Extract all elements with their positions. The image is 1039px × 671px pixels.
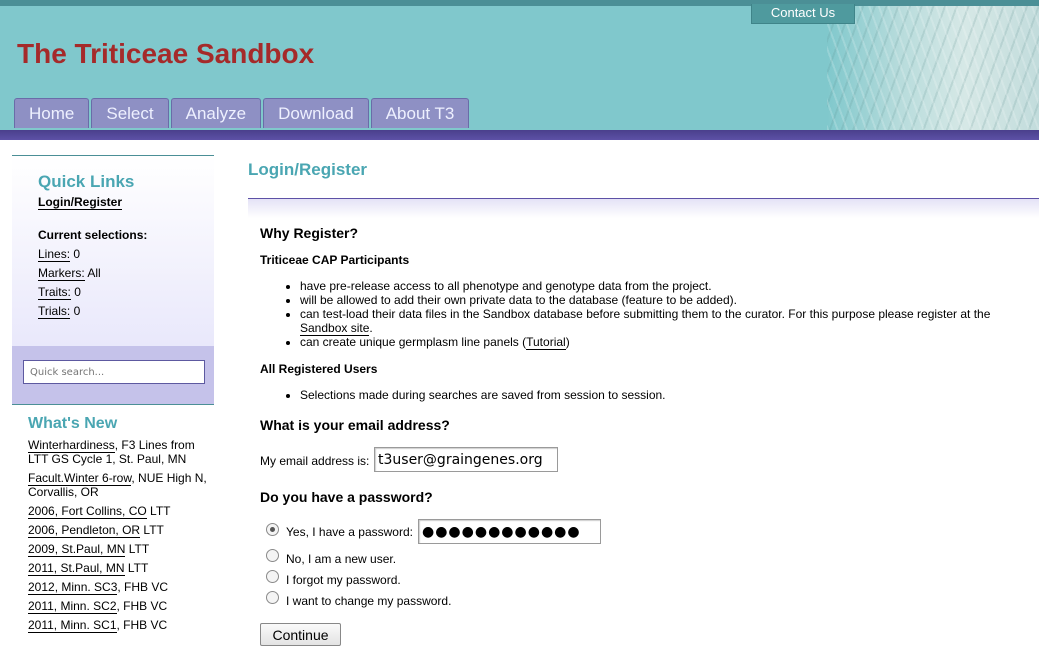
radio-have-password[interactable] bbox=[266, 523, 279, 536]
tab-about[interactable]: About T3 bbox=[370, 98, 470, 128]
site-title: The Triticeae Sandbox bbox=[17, 38, 315, 69]
lines-count: 0 bbox=[70, 247, 81, 261]
cap-benefits-list: have pre-release access to all phenotype… bbox=[260, 279, 1030, 350]
tab-select[interactable]: Select bbox=[91, 98, 169, 128]
news-text: LTT bbox=[146, 504, 171, 518]
news-link[interactable]: Facult.Winter 6-row bbox=[28, 471, 132, 486]
quick-search-input[interactable] bbox=[23, 360, 205, 384]
why-register-heading: Why Register? bbox=[260, 225, 359, 241]
news-link[interactable]: 2011, St.Paul, MN bbox=[28, 561, 125, 576]
list-item: Selections made during searches are save… bbox=[300, 388, 1030, 402]
email-label: My email address is: bbox=[260, 454, 370, 468]
radio-new-user-label: No, I am a new user. bbox=[286, 552, 397, 566]
news-item: Winterhardiness, F3 Lines from LTT GS Cy… bbox=[28, 438, 214, 466]
lines-link[interactable]: Lines: bbox=[38, 247, 71, 262]
news-text: , FHB VC bbox=[116, 599, 168, 613]
main-nav: Home Select Analyze Download About T3 bbox=[14, 98, 471, 128]
news-item: 2011, St.Paul, MN LTT bbox=[28, 561, 214, 576]
password-question: Do you have a password? bbox=[260, 489, 433, 505]
quick-links-panel: Quick Links Login/Register Current selec… bbox=[12, 155, 214, 346]
all-users-list: Selections made during searches are save… bbox=[260, 388, 1030, 402]
news-item: 2009, St.Paul, MN LTT bbox=[28, 542, 214, 557]
list-item: will be allowed to add their own private… bbox=[300, 293, 1030, 307]
list-item-text: can create unique germplasm line panels … bbox=[300, 335, 527, 349]
news-item: 2011, Minn. SC2, FHB VC bbox=[28, 599, 214, 614]
news-item: Facult.Winter 6-row, NUE High N, Corvall… bbox=[28, 471, 214, 499]
news-link[interactable]: 2006, Pendleton, OR bbox=[28, 523, 141, 538]
news-item: 2012, Minn. SC3, FHB VC bbox=[28, 580, 214, 595]
news-item: 2006, Pendleton, OR LTT bbox=[28, 523, 214, 538]
markers-link[interactable]: Markers: bbox=[38, 266, 85, 281]
news-text: LTT bbox=[125, 542, 150, 556]
trials-count: 0 bbox=[70, 304, 81, 318]
login-register-link[interactable]: Login/Register bbox=[38, 196, 123, 210]
list-item-text: can test-load their data files in the Sa… bbox=[300, 307, 991, 321]
radio-forgot-password-label: I forgot my password. bbox=[286, 573, 401, 587]
selection-markers: Markers: All bbox=[38, 266, 214, 281]
wheat-banner-image bbox=[827, 6, 1039, 130]
cap-participants-heading: Triticeae CAP Participants bbox=[260, 253, 410, 267]
all-users-heading: All Registered Users bbox=[260, 362, 378, 376]
tab-analyze[interactable]: Analyze bbox=[170, 98, 262, 128]
markers-count: All bbox=[84, 266, 101, 280]
whats-new-heading: What's New bbox=[28, 415, 118, 432]
list-item: can test-load their data files in the Sa… bbox=[300, 307, 1030, 336]
quick-links-heading: Quick Links bbox=[38, 172, 135, 191]
header-band bbox=[0, 130, 1039, 140]
news-text: LTT bbox=[124, 561, 149, 575]
news-text: , FHB VC bbox=[116, 618, 168, 632]
radio-change-password[interactable] bbox=[266, 591, 279, 604]
quick-search-panel bbox=[12, 346, 214, 404]
tab-download[interactable]: Download bbox=[263, 98, 369, 128]
news-item: 2011, Minn. SC1, FHB VC bbox=[28, 618, 214, 633]
radio-new-user[interactable] bbox=[266, 549, 279, 562]
email-question: What is your email address? bbox=[260, 417, 450, 433]
tutorial-link[interactable]: Tutorial bbox=[526, 335, 566, 350]
news-item: 2006, Fort Collins, CO LTT bbox=[28, 504, 214, 519]
tab-home[interactable]: Home bbox=[14, 98, 90, 128]
news-link[interactable]: Winterhardiness bbox=[28, 438, 115, 453]
whats-new-panel: What's New Winterhardiness, F3 Lines fro… bbox=[12, 404, 214, 633]
current-selections-heading: Current selections: bbox=[38, 228, 148, 242]
news-link[interactable]: 2011, Minn. SC2 bbox=[28, 599, 117, 614]
list-item: can create unique germplasm line panels … bbox=[300, 335, 1030, 350]
continue-button[interactable]: Continue bbox=[260, 623, 341, 646]
selection-trials: Trials: 0 bbox=[38, 304, 214, 319]
selection-lines: Lines: 0 bbox=[38, 247, 214, 262]
news-text: , FHB VC bbox=[117, 580, 169, 594]
traits-link[interactable]: Traits: bbox=[38, 285, 71, 300]
contact-us-button[interactable]: Contact Us bbox=[751, 4, 855, 24]
sandbox-site-link[interactable]: Sandbox site bbox=[300, 321, 370, 336]
news-link[interactable]: 2009, St.Paul, MN bbox=[28, 542, 126, 557]
selection-traits: Traits: 0 bbox=[38, 285, 214, 300]
page-title: Login/Register bbox=[248, 160, 368, 179]
radio-change-password-label: I want to change my password. bbox=[286, 594, 452, 608]
radio-forgot-password[interactable] bbox=[266, 570, 279, 583]
news-text: LTT bbox=[140, 523, 164, 537]
list-item-text: ) bbox=[565, 335, 570, 349]
title-divider bbox=[248, 198, 1039, 218]
list-item: have pre-release access to all phenotype… bbox=[300, 279, 1030, 293]
sidebar: Quick Links Login/Register Current selec… bbox=[12, 155, 214, 637]
email-field[interactable] bbox=[374, 447, 558, 472]
password-field[interactable] bbox=[418, 519, 601, 544]
news-link[interactable]: 2011, Minn. SC1 bbox=[28, 618, 117, 633]
list-item-text: . bbox=[369, 321, 373, 335]
traits-count: 0 bbox=[70, 285, 81, 299]
news-link[interactable]: 2006, Fort Collins, CO bbox=[28, 504, 147, 519]
site-header: The Triticeae Sandbox Contact Us Home Se… bbox=[0, 0, 1039, 130]
trials-link[interactable]: Trials: bbox=[38, 304, 71, 319]
radio-have-password-label: Yes, I have a password: bbox=[286, 525, 413, 539]
news-link[interactable]: 2012, Minn. SC3 bbox=[28, 580, 118, 595]
